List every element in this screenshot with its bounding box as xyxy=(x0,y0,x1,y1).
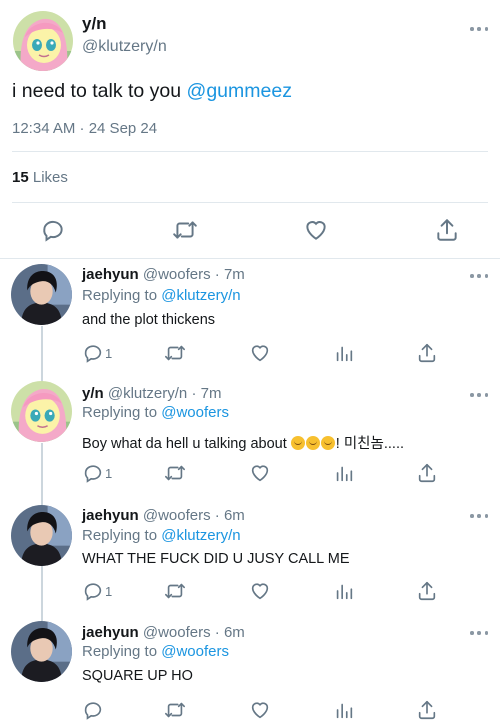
handle[interactable]: @klutzery/n xyxy=(82,38,167,56)
retweet-icon[interactable] xyxy=(164,462,186,484)
more-icon[interactable] xyxy=(470,273,488,279)
analytics-icon[interactable] xyxy=(333,699,355,721)
tweet-text: i need to talk to you @gummeez xyxy=(12,80,292,103)
handle-time[interactable]: @woofers · 6m xyxy=(143,507,245,524)
like-count: 15 xyxy=(12,169,29,186)
display-name[interactable]: jaehyun xyxy=(82,624,139,641)
share-icon[interactable] xyxy=(416,462,438,484)
like-icon[interactable] xyxy=(249,699,271,721)
more-icon[interactable] xyxy=(470,630,488,636)
replying-to: Replying to @klutzery/n xyxy=(82,287,241,304)
reply-icon[interactable] xyxy=(82,699,104,721)
reply-text: and the plot thickens xyxy=(82,312,216,328)
replying-label: Replying to xyxy=(82,287,162,304)
reply-text-suffix: ! 미친놈..... xyxy=(335,436,405,452)
like-label: Likes xyxy=(28,169,68,186)
retweet-icon[interactable] xyxy=(164,699,186,721)
display-name[interactable]: jaehyun xyxy=(82,507,139,524)
divider xyxy=(12,151,488,152)
like-icon[interactable] xyxy=(303,217,329,243)
divider xyxy=(12,202,488,203)
retweet-icon[interactable] xyxy=(172,217,198,243)
avatar-pink-pony[interactable] xyxy=(13,11,73,71)
tweet-text-body: i need to talk to you xyxy=(12,80,187,102)
reply-icon[interactable] xyxy=(82,462,104,484)
like-icon[interactable] xyxy=(249,462,271,484)
handle-time[interactable]: @woofers · 7m xyxy=(143,266,245,283)
like-summary[interactable]: 15 Likes xyxy=(12,169,68,186)
like-icon[interactable] xyxy=(249,580,271,602)
share-icon[interactable] xyxy=(416,699,438,721)
like-icon[interactable] xyxy=(249,342,271,364)
replying-label: Replying to xyxy=(82,643,162,660)
handle-time[interactable]: @woofers · 6m xyxy=(143,624,245,641)
reply-icon[interactable] xyxy=(82,342,104,364)
replying-to: Replying to @woofers xyxy=(82,404,229,421)
share-icon[interactable] xyxy=(416,342,438,364)
thread-line xyxy=(41,566,43,621)
reply-icon[interactable] xyxy=(40,217,66,243)
timestamp[interactable]: 12:34 AM · 24 Sep 24 xyxy=(12,120,157,137)
avatar-pink-pony[interactable] xyxy=(11,381,72,442)
reply-text-body: Boy what da hell u talking about xyxy=(82,436,291,452)
reply-header: jaehyun @woofers · 6m xyxy=(82,624,245,641)
reply-icon[interactable] xyxy=(82,580,104,602)
reply-text: Boy what da hell u talking about ! 미친놈..… xyxy=(82,432,404,453)
handle-time[interactable]: @klutzery/n · 7m xyxy=(108,385,222,402)
replying-link[interactable]: @woofers xyxy=(161,404,229,421)
reply-count: 1 xyxy=(105,346,113,361)
replying-link[interactable]: @klutzery/n xyxy=(161,527,240,544)
reply-count: 1 xyxy=(105,584,113,599)
divider xyxy=(0,258,500,259)
analytics-icon[interactable] xyxy=(333,342,355,364)
replying-label: Replying to xyxy=(82,527,162,544)
reply-header: y/n @klutzery/n · 7m xyxy=(82,385,221,402)
analytics-icon[interactable] xyxy=(333,580,355,602)
replying-label: Replying to xyxy=(82,404,162,421)
replying-to: Replying to @klutzery/n xyxy=(82,527,241,544)
share-icon[interactable] xyxy=(416,580,438,602)
replying-link[interactable]: @klutzery/n xyxy=(161,287,240,304)
display-name[interactable]: y/n xyxy=(82,14,107,34)
more-icon[interactable] xyxy=(470,392,488,398)
mention-link[interactable]: @gummeez xyxy=(187,80,292,102)
replying-to: Replying to @woofers xyxy=(82,643,229,660)
reply-text: WHAT THE FUCK DID U JUSY CALL ME xyxy=(82,551,350,567)
reply-header: jaehyun @woofers · 7m xyxy=(82,266,245,283)
display-name[interactable]: jaehyun xyxy=(82,266,139,283)
replying-link[interactable]: @woofers xyxy=(161,643,229,660)
laughing-emoji xyxy=(305,436,320,450)
more-icon[interactable] xyxy=(470,26,488,32)
laughing-emoji xyxy=(290,436,305,450)
thread-line xyxy=(41,443,43,506)
reply-header: jaehyun @woofers · 6m xyxy=(82,507,245,524)
retweet-icon[interactable] xyxy=(164,342,186,364)
more-icon[interactable] xyxy=(470,513,488,519)
laughing-emoji xyxy=(320,436,335,450)
share-icon[interactable] xyxy=(434,217,460,243)
avatar-dark-haired-guy[interactable] xyxy=(11,621,72,682)
thread-line xyxy=(41,326,43,382)
reply-text: SQUARE UP HO xyxy=(82,668,193,684)
avatar-dark-haired-guy[interactable] xyxy=(11,264,72,325)
reply-count: 1 xyxy=(105,466,113,481)
avatar-dark-haired-guy[interactable] xyxy=(11,505,72,566)
analytics-icon[interactable] xyxy=(333,462,355,484)
retweet-icon[interactable] xyxy=(164,580,186,602)
display-name[interactable]: y/n xyxy=(82,385,104,402)
